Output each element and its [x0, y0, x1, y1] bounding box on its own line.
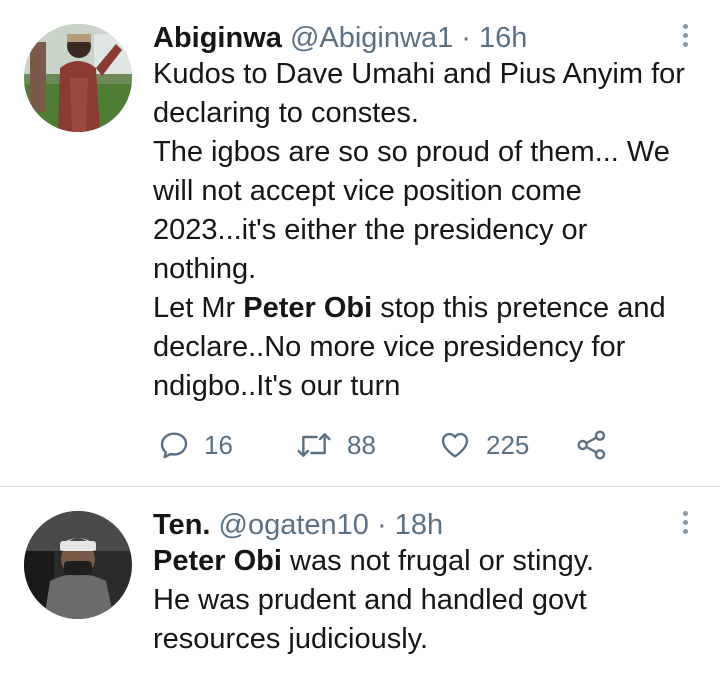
display-name[interactable]: Abiginwa [153, 22, 282, 54]
text-line: declare..No more vice presidency for [153, 331, 626, 363]
text-line: The igbos are so so proud of them... We [153, 136, 670, 168]
handle[interactable]: @Abiginwa1 [290, 22, 453, 54]
bold-mention: Peter Obi [153, 545, 282, 577]
share-icon [577, 430, 606, 460]
retweet-icon [297, 433, 331, 457]
separator: · [461, 22, 471, 54]
more-vertical-icon[interactable] [682, 24, 690, 51]
text-line: nothing. [153, 253, 257, 285]
text-line: ndigbo..It's our turn [153, 370, 401, 402]
reply-count: 16 [204, 429, 233, 460]
text-line: 2023...it's either the presidency or [153, 214, 588, 246]
timestamp[interactable]: 16h [479, 22, 527, 54]
text-line: Peter Obi was not frugal or stingy. [153, 545, 595, 577]
text-line: He was prudent and handled govt [153, 584, 587, 616]
display-name[interactable]: Ten. [153, 509, 210, 541]
timestamp[interactable]: 18h [395, 509, 443, 541]
reply-icon [160, 432, 188, 459]
tweet-header: Ten. @ogaten10 · 18h [153, 508, 443, 542]
like-button[interactable]: 225 [438, 423, 529, 467]
retweet-count: 88 [347, 429, 376, 460]
text-line: Let Mr Peter Obi stop this pretence and [153, 292, 666, 324]
avatar[interactable] [24, 511, 132, 619]
handle[interactable]: @ogaten10 [219, 509, 369, 541]
heart-icon [441, 432, 469, 458]
tweet[interactable]: Abiginwa @Abiginwa1 · 16h Kudos to Dave … [0, 0, 720, 487]
tweet-text: Peter Obi was not frugal or stingy. He w… [153, 542, 700, 659]
retweet-button[interactable]: 88 [295, 423, 376, 467]
like-count: 225 [486, 429, 530, 460]
bold-mention: Peter Obi [243, 292, 373, 324]
avatar[interactable] [24, 24, 132, 132]
more-vertical-icon[interactable] [682, 511, 690, 538]
tweet-actions: 16 88 225 [158, 423, 638, 467]
text-line: Kudos to Dave Umahi and Pius Anyim for [153, 58, 685, 90]
text-line: resources judiciously. [153, 623, 429, 655]
text-line: declaring to constes. [153, 97, 419, 129]
separator: · [377, 509, 387, 541]
tweet-text: Kudos to Dave Umahi and Pius Anyim for d… [153, 55, 700, 406]
tweet[interactable]: Ten. @ogaten10 · 18h Peter Obi was not f… [0, 487, 720, 674]
tweet-header: Abiginwa @Abiginwa1 · 16h [153, 21, 527, 55]
text-line: will not accept vice position come [153, 175, 582, 207]
share-button[interactable] [576, 423, 608, 467]
reply-button[interactable]: 16 [158, 423, 233, 467]
